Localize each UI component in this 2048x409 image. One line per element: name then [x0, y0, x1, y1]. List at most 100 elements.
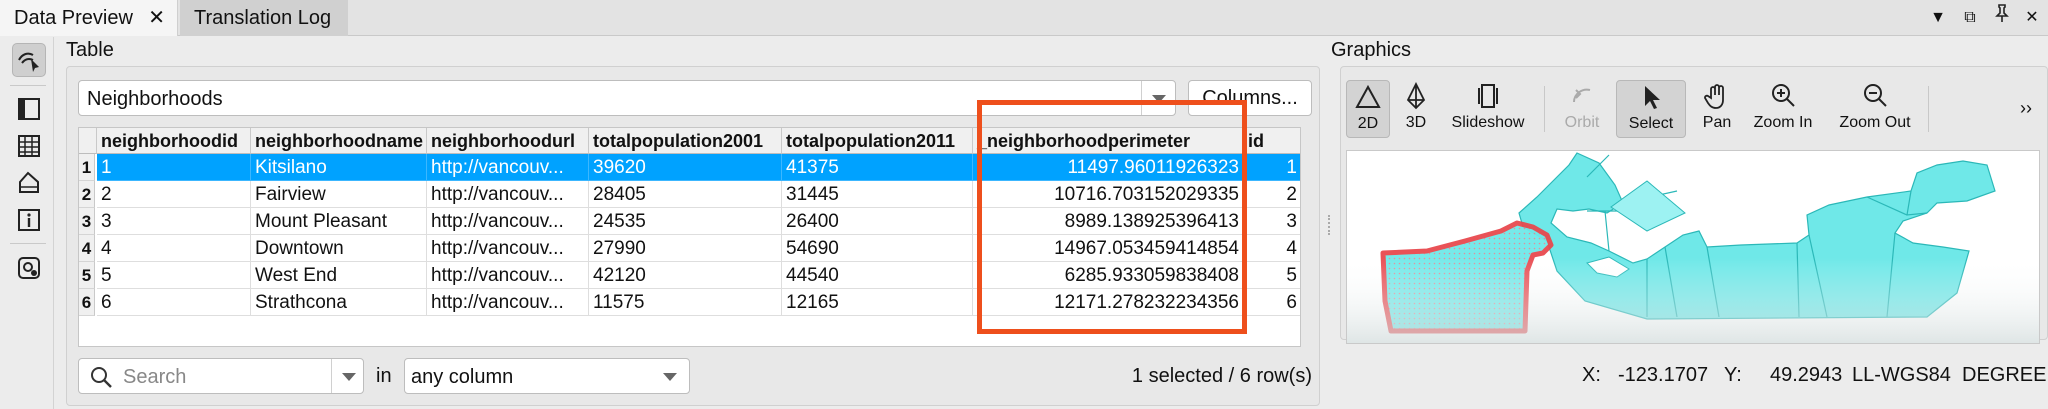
chevron-down-icon [663, 373, 677, 381]
tool-3d[interactable]: 3D [1396, 80, 1436, 138]
search-input[interactable]: Search [123, 366, 186, 389]
column-header[interactable]: totalpopulation2011 [782, 128, 973, 154]
table-cell[interactable]: 24535 [589, 208, 782, 235]
tab-bar: Data Preview ✕ Translation Log ▼ ⧉ ✕ [0, 0, 2048, 36]
in-label: in [376, 365, 392, 387]
table-cell[interactable]: 5 [1244, 262, 1300, 289]
chevron-down-icon[interactable]: ▼ [1926, 0, 1950, 36]
column-header[interactable]: neighborhoodid [97, 128, 251, 154]
tool-slideshow[interactable]: Slideshow [1446, 80, 1530, 138]
slideshow-icon [1478, 84, 1498, 108]
table-cell[interactable]: Kitsilano [251, 154, 427, 181]
tab-translation-log[interactable]: Translation Log [180, 0, 348, 36]
pin-icon[interactable] [1990, 0, 2014, 36]
table-corner [79, 128, 97, 154]
close-icon[interactable]: ✕ [148, 0, 165, 36]
tool-2d[interactable]: 2D [1346, 80, 1390, 138]
table-cell[interactable]: http://vancouv... [427, 181, 589, 208]
tab-data-preview-label: Data Preview [14, 7, 133, 29]
table-cell[interactable]: 1 [1244, 154, 1300, 181]
table-cell[interactable]: http://vancouv... [427, 289, 589, 316]
close-window-icon[interactable]: ✕ [2020, 0, 2044, 36]
row-number[interactable]: 6 [79, 289, 95, 316]
tool-label: Slideshow [1451, 114, 1525, 131]
coord-y-label: Y: [1724, 364, 1742, 386]
column-filter-select[interactable]: any column [404, 358, 690, 394]
tool-zoom-in[interactable]: Zoom In [1746, 80, 1820, 138]
table-cell[interactable]: 6 [1244, 289, 1300, 316]
table-cell[interactable]: Downtown [251, 235, 427, 262]
search-dropdown-arrow[interactable] [331, 359, 363, 393]
table-cell[interactable]: 3 [1244, 208, 1300, 235]
geometry-icon[interactable] [12, 166, 46, 200]
table-view-icon[interactable] [12, 129, 46, 163]
toolbar-overflow-icon[interactable]: ›› [2020, 98, 2032, 119]
table-cell[interactable]: Strathcona [251, 289, 427, 316]
table-cell[interactable]: http://vancouv... [427, 262, 589, 289]
tab-data-preview[interactable]: Data Preview ✕ [0, 0, 178, 36]
row-number[interactable]: 5 [79, 262, 95, 289]
tool-select[interactable]: Select [1616, 80, 1686, 138]
table-cell[interactable]: 6 [97, 289, 251, 316]
column-header[interactable]: neighborhoodurl [427, 128, 589, 154]
table-cell[interactable]: Mount Pleasant [251, 208, 427, 235]
table-cell[interactable]: http://vancouv... [427, 154, 589, 181]
table-cell[interactable]: http://vancouv... [427, 235, 589, 262]
column-filter-value: any column [411, 366, 514, 388]
table-cell[interactable]: 11575 [589, 289, 782, 316]
table-cell[interactable]: 4 [1244, 235, 1300, 262]
table-cell[interactable]: 54690 [782, 235, 973, 262]
coord-crs: LL-WGS84 [1852, 364, 1951, 386]
2d-icon [1355, 84, 1381, 108]
table-cell[interactable]: 42120 [589, 262, 782, 289]
table-cell[interactable]: Fairview [251, 181, 427, 208]
map-canvas[interactable] [1346, 150, 2040, 344]
row-number[interactable]: 1 [79, 154, 95, 181]
panel-splitter[interactable] [1328, 215, 1331, 235]
row-number[interactable]: 4 [79, 235, 95, 262]
table-cell[interactable]: 44540 [782, 262, 973, 289]
table-cell[interactable]: 2 [1244, 181, 1300, 208]
tool-pan[interactable]: Pan [1694, 80, 1740, 138]
table-cell[interactable]: 39620 [589, 154, 782, 181]
table-cell[interactable]: 4 [97, 235, 251, 262]
table-cell[interactable]: 41375 [782, 154, 973, 181]
table-cell[interactable]: 1 [97, 154, 251, 181]
table-cell[interactable]: 3 [97, 208, 251, 235]
coord-x-label: X: [1582, 364, 1601, 386]
row-number[interactable]: 3 [79, 208, 95, 235]
settings-icon[interactable] [12, 251, 46, 285]
tool-label: Zoom Out [1839, 114, 1911, 131]
orbit-icon [1573, 88, 1591, 103]
table-cell[interactable]: 26400 [782, 208, 973, 235]
table-cell[interactable]: 12165 [782, 289, 973, 316]
3d-icon [1406, 82, 1426, 110]
table-cell[interactable]: 31445 [782, 181, 973, 208]
inspect-icon[interactable] [12, 43, 46, 77]
search-field[interactable]: Search [78, 358, 364, 394]
feature-info-icon[interactable] [12, 92, 46, 126]
toolbar-separator [1544, 86, 1545, 132]
row-number[interactable]: 2 [79, 181, 95, 208]
table-cell[interactable]: 27990 [589, 235, 782, 262]
coord-x-value: -123.1707 [1618, 364, 1709, 386]
column-header[interactable]: id [1244, 128, 1300, 154]
column-header[interactable]: totalpopulation2001 [589, 128, 782, 154]
highlight-annotation-box [977, 100, 1247, 334]
search-icon [91, 367, 112, 388]
table-cell[interactable]: 2 [97, 181, 251, 208]
table-cell[interactable]: West End [251, 262, 427, 289]
information-icon[interactable] [12, 203, 46, 237]
pan-icon [1704, 84, 1724, 109]
zoom-in-icon [1772, 84, 1795, 107]
float-icon[interactable]: ⧉ [1958, 0, 1982, 36]
coord-y-value: 49.2943 [1770, 364, 1843, 386]
table-cell[interactable]: 28405 [589, 181, 782, 208]
selection-status: 1 selected / 6 row(s) [1131, 365, 1312, 387]
table-cell[interactable]: http://vancouv... [427, 208, 589, 235]
table-cell[interactable]: 5 [97, 262, 251, 289]
tool-zoom-out[interactable]: Zoom Out [1834, 80, 1916, 138]
tool-orbit[interactable]: Orbit [1556, 80, 1608, 138]
column-header[interactable]: neighborhoodname [251, 128, 427, 154]
tool-label: Zoom In [1753, 114, 1813, 131]
